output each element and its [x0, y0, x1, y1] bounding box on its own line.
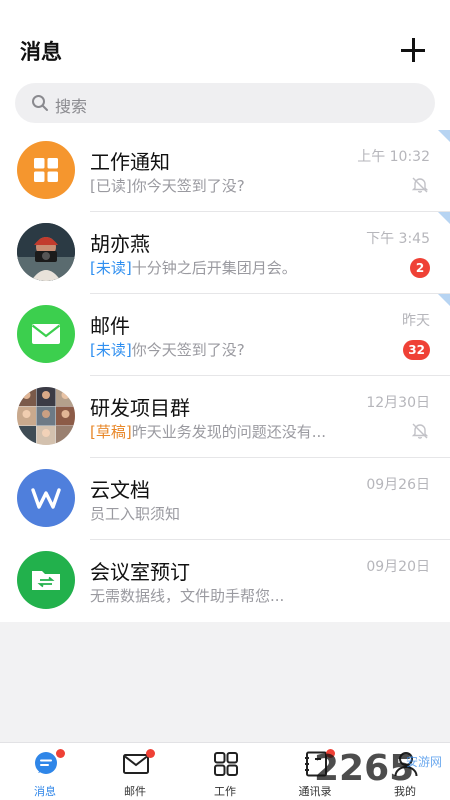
conversation-row-mail[interactable]: 邮件 昨天 [未读]你今天签到了没? 32 [0, 294, 450, 376]
notification-dot [56, 749, 65, 758]
search-icon [32, 95, 48, 111]
conversation-preview: [未读]你今天签到了没? [90, 339, 390, 360]
grid-app-icon [17, 141, 75, 199]
conversation-name: 胡亦燕 [90, 232, 150, 256]
conversation-time: 上午 10:32 [357, 149, 430, 165]
plus-icon[interactable] [401, 38, 425, 62]
unread-count-badge: 2 [410, 258, 430, 278]
app-screen: 消息 搜索 工作通知 上午 10:32 [已读]你今天签到了没? 胡亦燕 下午 … [0, 0, 450, 800]
conversation-preview: [已读]你今天签到了没? [90, 175, 390, 196]
conversation-name: 研发项目群 [90, 396, 190, 420]
draft-tag: [草稿] [90, 423, 132, 441]
conversation-row-cloud-docs[interactable]: 云文档 09月26日 员工入职须知 [0, 458, 450, 540]
conversation-name: 云文档 [90, 478, 150, 502]
page-title: 消息 [20, 40, 62, 64]
tab-work[interactable]: 工作 [180, 743, 270, 800]
wps-app-icon [17, 469, 75, 527]
pinned-corner-mark [438, 130, 450, 142]
tab-mail[interactable]: 邮件 [90, 743, 180, 800]
preview-text: 员工入职须知 [90, 505, 181, 523]
unread-tag: [未读] [90, 259, 132, 277]
conversation-row-meeting-room[interactable]: 会议室预订 09月20日 无需数据线，文件助手帮您... [0, 540, 450, 622]
search-placeholder: 搜索 [55, 97, 88, 116]
unread-count-badge: 32 [403, 340, 430, 360]
file-transfer-icon [17, 551, 75, 609]
conversation-time: 12月30日 [366, 395, 430, 411]
conversation-row-hu-yiyan[interactable]: 胡亦燕 下午 3:45 [未读]十分钟之后开集团月会。 2 [0, 212, 450, 294]
watermark-suffix: 安游网 [406, 754, 442, 769]
preview-text: 十分钟之后开集团月会。 [131, 259, 297, 277]
mail-app-icon [17, 305, 75, 363]
mute-bell-icon [411, 423, 429, 439]
tab-messages[interactable]: 消息 [0, 743, 90, 800]
preview-text: 无需数据线，文件助手帮您... [90, 587, 285, 605]
conversation-preview: 无需数据线，文件助手帮您... [90, 585, 390, 606]
unread-tag: [未读] [90, 341, 132, 359]
conversation-preview: [未读]十分钟之后开集团月会。 [90, 257, 390, 278]
preview-text: 你今天签到了没? [131, 341, 245, 359]
conversation-time: 09月20日 [366, 559, 430, 575]
conversation-list: 工作通知 上午 10:32 [已读]你今天签到了没? 胡亦燕 下午 3:45 [… [0, 130, 450, 622]
photo-avatar [17, 223, 75, 281]
watermark-number: 2265 [314, 748, 414, 788]
conversation-time: 昨天 [402, 313, 430, 329]
conversation-row-rd-group[interactable]: 研发项目群 12月30日 [草稿]昨天业务发现的问题还没有... [0, 376, 450, 458]
conversation-name: 工作通知 [90, 150, 170, 174]
mute-bell-icon [411, 177, 429, 193]
preview-text: 昨天业务发现的问题还没有... [131, 423, 327, 441]
conversation-name: 会议室预订 [90, 560, 190, 584]
tab-label: 消息 [34, 785, 56, 798]
search-input[interactable]: 搜索 [15, 83, 435, 123]
notification-dot [146, 749, 155, 758]
tab-label: 邮件 [124, 785, 146, 798]
conversation-preview: 员工入职须知 [90, 503, 390, 524]
top-header: 消息 [0, 0, 450, 78]
site-watermark: 2265 安游网 [314, 748, 442, 788]
conversation-time: 09月26日 [366, 477, 430, 493]
tab-label: 工作 [214, 785, 236, 798]
conversation-preview: [草稿]昨天业务发现的问题还没有... [90, 421, 390, 442]
pinned-corner-mark [438, 212, 450, 224]
read-tag: [已读] [90, 177, 132, 195]
conversation-time: 下午 3:45 [366, 231, 430, 247]
preview-text: 你今天签到了没? [131, 177, 245, 195]
search-bar-container: 搜索 [0, 78, 450, 130]
conversation-name: 邮件 [90, 314, 130, 338]
conversation-row-work-notice[interactable]: 工作通知 上午 10:32 [已读]你今天签到了没? [0, 130, 450, 212]
group-avatar [17, 387, 75, 445]
apps-grid-icon [214, 752, 238, 776]
pinned-corner-mark [438, 294, 450, 306]
